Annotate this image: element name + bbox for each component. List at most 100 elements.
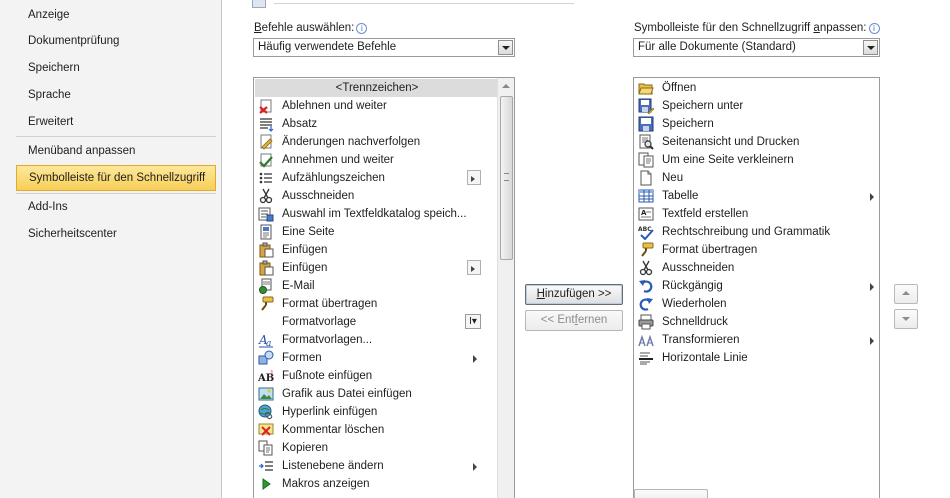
list-item[interactable]: E-Mail [255,277,499,295]
list-item[interactable]: Rückgängig [635,277,879,295]
save-icon [638,116,654,132]
list-item-label: Öffnen [662,82,697,94]
list-item[interactable]: AB 1 Fußnote einfügen [255,367,499,385]
list-item[interactable]: Einfügen [255,241,499,259]
sidebar-item-dokumentpruefung[interactable]: Dokumentprüfung [16,28,216,54]
list-item[interactable]: Einfügen [255,259,499,277]
list-item[interactable]: Ausschneiden [635,259,879,277]
picture-icon [258,387,274,401]
sidebar-item-schnellzugriff[interactable]: Symbolleiste für den Schnellzugriff [16,165,216,191]
list-item[interactable]: Hyperlink einfügen [255,403,499,421]
add-button[interactable]: Hinzufügen >> [525,284,623,305]
list-item[interactable]: Ablehnen und weiter [255,97,499,115]
paste-options-icon [259,260,274,276]
list-item[interactable]: Ausschneiden [255,187,499,205]
scrollbar-thumb[interactable] [500,96,513,260]
print-preview-icon [639,134,654,150]
list-item[interactable]: Makros anzeigen [255,475,499,493]
list-item-label: Seitenansicht und Drucken [662,136,800,148]
choose-commands-label: Befehle auswählen: i [254,22,368,34]
textbox-icon: A [638,207,654,221]
split-arrow-icon[interactable] [467,170,481,185]
cut-icon [639,260,653,276]
list-item-label: Makros anzeigen [282,478,370,490]
list-item[interactable]: Format übertragen [255,295,499,313]
list-item[interactable]: Grafik aus Datei einfügen [255,385,499,403]
list-item[interactable]: Transformieren [635,331,879,349]
available-commands-list[interactable]: <Trennzeichen> Ablehnen und weiter Absatz Ä… [253,77,515,498]
list-item-label: Tabelle [662,190,699,202]
sidebar-item-label: Symbolleiste für den Schnellzugriff [29,172,206,184]
sidebar-item-erweitert[interactable]: Erweitert [16,109,216,135]
horizontal-line-icon [639,352,653,365]
move-up-button[interactable] [894,284,918,304]
list-item[interactable]: Annehmen und weiter [255,151,499,169]
list-item[interactable]: A Textfeld erstellen [635,205,879,223]
info-icon: i [356,23,368,34]
list-item[interactable]: Aufzählungszeichen [255,169,499,187]
choose-commands-combo[interactable]: Häufig verwendete Befehle [253,38,515,57]
list-item-label: Textfeld erstellen [662,208,749,220]
sidebar-item-speichern[interactable]: Speichern [16,55,216,81]
macros-icon [262,478,271,490]
list-item[interactable]: Listenebene ändern [255,457,499,475]
main-panel: Befehle auswählen: i Häufig verwendete Be… [222,0,950,498]
style-dropdown-icon[interactable]: I▾ [465,314,481,329]
list-item-label: Format übertragen [662,244,758,256]
list-item[interactable]: Speichern unter [635,97,879,115]
arrow-up-icon [902,291,910,295]
list-item[interactable]: Speichern [635,115,879,133]
list-item[interactable]: Neu [635,169,879,187]
info-icon: i [868,23,880,34]
list-item-label: Ablehnen und weiter [282,100,387,112]
remove-button[interactable]: << Entfernen [525,310,623,331]
sidebar-item-sprache[interactable]: Sprache [16,82,216,108]
move-down-button[interactable] [894,309,918,329]
styles-icon: Aa [258,333,273,348]
list-item[interactable]: Seitenansicht und Drucken [635,133,879,151]
sidebar-item-add-ins[interactable]: Add-Ins [16,194,216,220]
modify-button[interactable] [634,489,708,498]
hyperlink-icon [258,404,273,420]
qat-scope-combo[interactable]: Für alle Dokumente (Standard) [633,38,880,57]
sidebar-item-label: Dokumentprüfung [28,35,120,47]
list-item[interactable]: Kopieren [255,439,499,457]
list-item[interactable]: Änderungen nachverfolgen [255,133,499,151]
undo-icon [639,280,653,293]
list-item-label: Um eine Seite verkleinern [662,154,794,166]
list-item[interactable]: Eine Seite [255,223,499,241]
sidebar-item-menueband-anpassen[interactable]: Menüband anpassen [16,138,216,164]
list-item-label: Rückgängig [662,280,723,292]
qat-preview-icon [252,0,266,8]
list-item[interactable]: Formen [255,349,499,367]
sidebar-item-anzeige[interactable]: Anzeige [16,2,216,28]
shrink-one-page-icon [638,152,654,168]
vertical-scrollbar[interactable] [497,78,514,498]
list-item[interactable]: Wiederholen [635,295,879,313]
chevron-down-icon[interactable] [498,40,513,55]
list-item[interactable]: Öffnen [635,79,879,97]
list-item[interactable]: Formatvorlage I▾ [255,313,499,331]
list-item[interactable]: Kommentar löschen [255,421,499,439]
list-item[interactable]: Tabelle [635,187,879,205]
customize-qat-label: Symbolleiste für den Schnellzugriff anpa… [634,22,880,34]
list-item[interactable]: Absatz [255,115,499,133]
textbox-gallery-icon [258,207,274,222]
list-item[interactable]: <Trennzeichen> [255,79,499,97]
split-arrow-icon[interactable] [467,260,481,275]
list-item[interactable]: Schnelldruck [635,313,879,331]
list-item[interactable]: Aa Formatvorlagen... [255,331,499,349]
scroll-up-icon[interactable] [502,84,510,88]
list-item[interactable]: Horizontale Linie [635,349,879,367]
list-item-label: Formen [282,352,322,364]
list-item[interactable]: ABC Rechtschreibung und Grammatik [635,223,879,241]
list-item[interactable]: Auswahl im Textfeldkatalog speich... [255,205,499,223]
list-item-label: Eine Seite [282,226,335,238]
list-item[interactable]: Um eine Seite verkleinern [635,151,879,169]
sidebar-divider [16,136,216,137]
chevron-down-icon[interactable] [863,40,878,55]
qat-commands-list[interactable]: Öffnen Speichern unter Speichern Seitenansi… [633,77,880,498]
list-item[interactable]: Format übertragen [635,241,879,259]
list-item-label: Format übertragen [282,298,378,310]
sidebar-item-sicherheitscenter[interactable]: Sicherheitscenter [16,221,216,247]
